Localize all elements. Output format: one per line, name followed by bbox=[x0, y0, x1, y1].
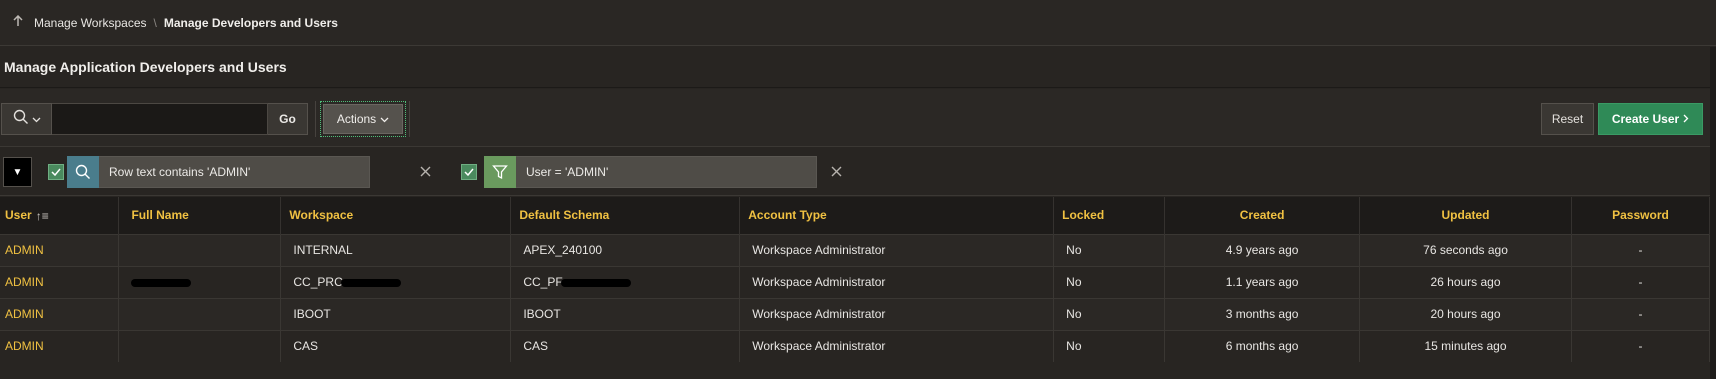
password-cell: - bbox=[1571, 266, 1711, 298]
region-title: Manage Application Developers and Users bbox=[0, 47, 1716, 88]
schema-cell: IBOOT bbox=[510, 298, 741, 330]
column-header-locked[interactable]: Locked bbox=[1053, 197, 1166, 234]
filter-bar: ▼ Row text contains 'ADMIN' User = 'ADMI… bbox=[0, 148, 1710, 196]
locked-cell: No bbox=[1053, 234, 1166, 266]
account-type-cell: Workspace Administrator bbox=[739, 234, 1055, 266]
user-link[interactable]: ADMIN bbox=[0, 298, 120, 330]
search-icon bbox=[67, 156, 99, 188]
go-button[interactable]: Go bbox=[268, 103, 308, 135]
workspace-cell: CAS bbox=[280, 330, 512, 362]
password-cell: - bbox=[1571, 298, 1711, 330]
full-name-cell bbox=[118, 266, 282, 298]
filter-chip-row-text[interactable]: Row text contains 'ADMIN' bbox=[67, 156, 370, 188]
actions-label: Actions bbox=[336, 112, 377, 126]
scrollbar-track[interactable] bbox=[1710, 47, 1716, 379]
column-header-workspace[interactable]: Workspace bbox=[280, 197, 512, 234]
column-header-full-name[interactable]: Full Name bbox=[118, 197, 282, 234]
full-name-cell bbox=[118, 298, 282, 330]
chevron-down-icon bbox=[380, 112, 389, 126]
filter-1-label: Row text contains 'ADMIN' bbox=[99, 156, 370, 188]
close-icon[interactable] bbox=[827, 162, 845, 180]
updated-cell: 76 seconds ago bbox=[1359, 234, 1572, 266]
workspace-cell: CC_PRC bbox=[280, 266, 512, 298]
table-row: ADMIN CAS CAS Workspace Administrator No… bbox=[0, 330, 1711, 362]
close-icon[interactable] bbox=[416, 162, 434, 180]
search-group: Go bbox=[1, 103, 308, 135]
column-header-password[interactable]: Password bbox=[1571, 197, 1711, 234]
created-cell: 4.9 years ago bbox=[1164, 234, 1361, 266]
breadcrumb: Manage Workspaces \ Manage Developers an… bbox=[0, 0, 1716, 46]
users-table: User ↑≡ Full Name Workspace Default Schem… bbox=[0, 197, 1711, 362]
toolbar-divider bbox=[315, 101, 316, 137]
collapse-filters-button[interactable]: ▼ bbox=[3, 157, 32, 187]
password-cell: - bbox=[1571, 234, 1711, 266]
search-column-selector[interactable] bbox=[1, 103, 52, 135]
actions-focus-ring: Actions bbox=[320, 101, 406, 137]
updated-cell: 20 hours ago bbox=[1359, 298, 1572, 330]
account-type-cell: Workspace Administrator bbox=[739, 266, 1055, 298]
user-link[interactable]: ADMIN bbox=[0, 234, 120, 266]
filter-2-checkbox[interactable] bbox=[461, 164, 477, 180]
updated-cell: 26 hours ago bbox=[1359, 266, 1572, 298]
arrow-up-icon[interactable] bbox=[12, 14, 24, 30]
column-header-created[interactable]: Created bbox=[1164, 197, 1361, 234]
account-type-cell: Workspace Administrator bbox=[739, 330, 1055, 362]
table-row: ADMIN CC_PRC CC_PF Workspace Administrat… bbox=[0, 266, 1711, 298]
created-cell: 1.1 years ago bbox=[1164, 266, 1361, 298]
chevron-right-icon bbox=[1683, 112, 1689, 126]
full-name-cell bbox=[118, 234, 282, 266]
schema-cell: CC_PF bbox=[510, 266, 741, 298]
create-user-label: Create User bbox=[1611, 112, 1680, 126]
column-header-updated[interactable]: Updated bbox=[1359, 197, 1572, 234]
schema-cell: APEX_240100 bbox=[510, 234, 741, 266]
search-input[interactable] bbox=[52, 103, 268, 135]
workspace-cell: INTERNAL bbox=[280, 234, 512, 266]
caret-down-icon: ▼ bbox=[12, 166, 23, 178]
table-header-row: User ↑≡ Full Name Workspace Default Schem… bbox=[0, 197, 1711, 234]
toolbar-divider bbox=[409, 101, 410, 137]
created-cell: 3 months ago bbox=[1164, 298, 1361, 330]
actions-button[interactable]: Actions bbox=[323, 104, 403, 134]
breadcrumb-separator: \ bbox=[153, 15, 157, 30]
full-name-cell bbox=[118, 330, 282, 362]
report-toolbar: Go Actions Reset Create User bbox=[0, 89, 1710, 147]
filter-2-label: User = 'ADMIN' bbox=[516, 156, 817, 188]
reset-button[interactable]: Reset bbox=[1541, 103, 1594, 135]
created-cell: 6 months ago bbox=[1164, 330, 1361, 362]
search-icon bbox=[13, 109, 29, 130]
locked-cell: No bbox=[1053, 330, 1166, 362]
updated-cell: 15 minutes ago bbox=[1359, 330, 1572, 362]
filter-chip-user[interactable]: User = 'ADMIN' bbox=[484, 156, 817, 188]
column-header-account-type[interactable]: Account Type bbox=[739, 197, 1055, 234]
redaction-mark bbox=[131, 278, 192, 287]
chevron-down-icon bbox=[32, 110, 41, 128]
filter-1-checkbox[interactable] bbox=[48, 164, 64, 180]
locked-cell: No bbox=[1053, 298, 1166, 330]
account-type-cell: Workspace Administrator bbox=[739, 298, 1055, 330]
user-link[interactable]: ADMIN bbox=[0, 266, 120, 298]
breadcrumb-manage-workspaces[interactable]: Manage Workspaces bbox=[34, 16, 147, 30]
filter-icon bbox=[484, 156, 516, 188]
table-row: ADMIN IBOOT IBOOT Workspace Administrato… bbox=[0, 298, 1711, 330]
redaction-mark bbox=[560, 278, 631, 287]
workspace-cell: IBOOT bbox=[280, 298, 512, 330]
password-cell: - bbox=[1571, 330, 1711, 362]
user-link[interactable]: ADMIN bbox=[0, 330, 120, 362]
schema-cell: CAS bbox=[510, 330, 741, 362]
column-header-user[interactable]: User ↑≡ bbox=[0, 197, 120, 234]
create-user-button[interactable]: Create User bbox=[1598, 103, 1703, 135]
locked-cell: No bbox=[1053, 266, 1166, 298]
table-row: ADMIN INTERNAL APEX_240100 Workspace Adm… bbox=[0, 234, 1711, 266]
sort-ascending-icon: ↑≡ bbox=[35, 208, 49, 223]
column-header-default-schema[interactable]: Default Schema bbox=[510, 197, 741, 234]
redaction-mark bbox=[340, 278, 401, 287]
breadcrumb-current: Manage Developers and Users bbox=[163, 15, 338, 30]
